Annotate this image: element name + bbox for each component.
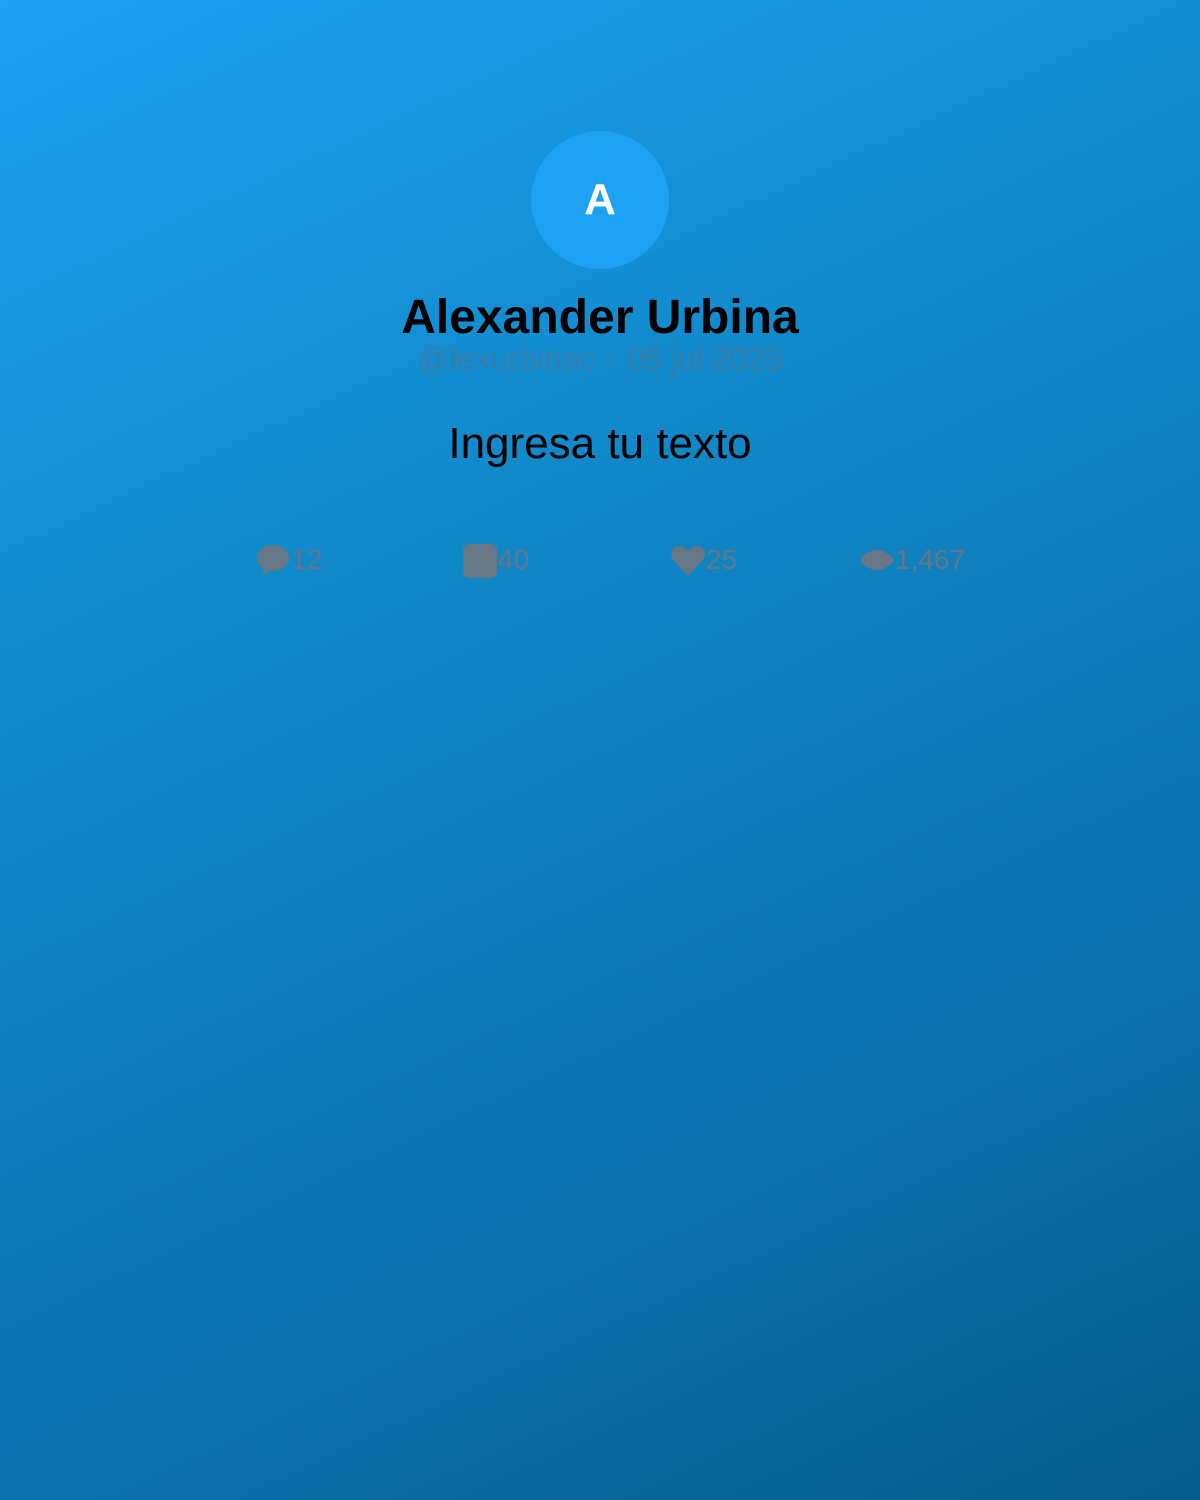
tweet-text: Ingresa tu texto: [448, 419, 752, 468]
eye-icon: [859, 542, 895, 578]
views-stat[interactable]: 1,467: [859, 538, 965, 582]
user-handle[interactable]: @lexurbinac: [417, 341, 595, 377]
like-count: 25: [706, 544, 738, 575]
avatar-initial: A: [584, 175, 616, 224]
avatar[interactable]: A: [531, 131, 669, 269]
retweet-icon: [462, 542, 498, 578]
tweet-card: A Alexander Urbina @lexurbinac · 05 jul 20…: [0, 0, 1200, 1500]
view-count: 1,467: [895, 544, 966, 575]
meta-separator: ·: [605, 341, 617, 377]
reply-count: 12: [291, 544, 323, 575]
comment-icon: [255, 542, 291, 578]
tweet-date: 05 jul 2025: [626, 341, 783, 377]
reply-button[interactable]: 12: [255, 538, 322, 582]
retweet-button[interactable]: 40: [462, 538, 529, 582]
display-name[interactable]: Alexander Urbina: [0, 290, 1200, 346]
like-button[interactable]: 25: [670, 538, 737, 582]
heart-icon: [670, 542, 706, 578]
tweet-stats: 12 40 25 1,467: [0, 538, 1200, 582]
retweet-count: 40: [498, 544, 530, 575]
tweet-meta: @lexurbinac · 05 jul 2025: [0, 340, 1200, 378]
